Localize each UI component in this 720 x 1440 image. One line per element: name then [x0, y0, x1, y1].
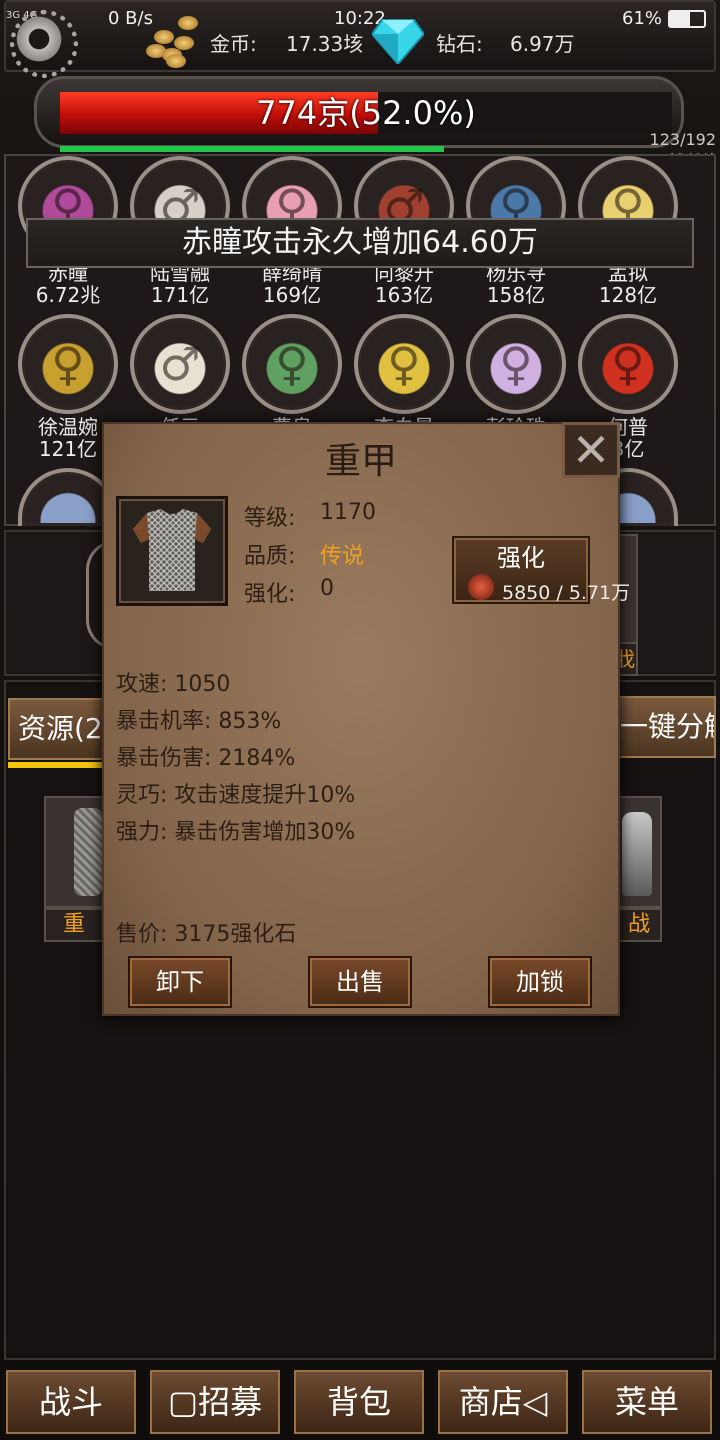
inventory-item-right-label: 战 — [616, 908, 662, 942]
nav-tab-4[interactable]: 菜单 — [582, 1370, 712, 1434]
item-title: 重甲 — [324, 441, 397, 482]
item-stat: 攻速: 1050 — [116, 672, 231, 697]
battery-percent: 61% — [622, 8, 663, 29]
gold-label: 金币: — [210, 32, 257, 56]
gold-value: 17.33垓 — [286, 32, 364, 56]
level-value: 1170 — [320, 500, 376, 525]
decompose-all-button[interactable]: 一键分解 — [618, 696, 716, 758]
game-screen: 3G 4G 0 B/s 10:22 61% 金币: 17.33垓 钻石: 6.9… — [0, 0, 720, 1440]
hero-face-icon: ♀ — [275, 337, 309, 391]
lock-button[interactable]: 加锁 — [488, 956, 592, 1008]
level-label: 等级: — [244, 506, 296, 531]
hero-damage: 158亿 — [486, 283, 546, 307]
nav-tab-2[interactable]: 背包 — [294, 1370, 424, 1434]
item-stat: 强力: 暴击伤害增加30% — [116, 820, 356, 845]
stage-progress-count: 123/192 — [649, 130, 716, 149]
gear-icon[interactable] — [10, 10, 78, 78]
hero-damage: 128亿 — [598, 283, 658, 307]
item-stat: 暴击伤害: 2184% — [116, 746, 296, 771]
gold-coins-icon — [142, 10, 202, 68]
nav-tab-3[interactable]: 商店◁ — [438, 1370, 568, 1434]
item-icon — [116, 496, 228, 606]
item-stat: 灵巧: 攻击速度提升10% — [116, 783, 356, 808]
inventory-item-left[interactable] — [44, 796, 104, 908]
hero-portrait[interactable]: ♀ — [578, 314, 678, 414]
close-button[interactable]: ✕ — [562, 422, 620, 478]
hero-face-icon: ♀ — [611, 337, 645, 391]
enhance-stone-icon — [468, 574, 494, 600]
hero-damage: 171亿 — [150, 283, 210, 307]
hero-damage: 6.72兆 — [35, 283, 101, 307]
nav-tab-1[interactable]: ▢招募 — [150, 1370, 280, 1434]
inventory-item-left-label: 重 — [44, 908, 104, 942]
boss-hp-text: 774京(52.0%) — [256, 94, 476, 132]
hero-face-icon: ♂ — [159, 337, 201, 391]
hero-portrait[interactable]: ♀ — [466, 314, 566, 414]
unequip-button[interactable]: 卸下 — [128, 956, 232, 1008]
inventory-item-right[interactable] — [616, 796, 662, 908]
hero-portrait[interactable]: ♀ — [354, 314, 454, 414]
close-icon: ✕ — [571, 423, 611, 477]
enhance-level-label: 强化: — [244, 582, 296, 607]
diamond-value: 6.97万 — [510, 32, 575, 56]
enhance-level-value: 0 — [320, 576, 334, 601]
hero-face-icon: ♀ — [387, 337, 421, 391]
sell-button[interactable]: 出售 — [308, 956, 412, 1008]
chainmail-armor-icon — [133, 509, 211, 591]
hero-portrait[interactable]: ♂ — [130, 314, 230, 414]
stage-progress-bar — [60, 146, 444, 152]
hero-damage: 169亿 — [262, 283, 322, 307]
item-stat: 暴击机率: 853% — [116, 709, 282, 734]
hero-face-icon: ♀ — [51, 337, 85, 391]
enhance-cost: 5850 / 5.71万 — [502, 582, 631, 604]
hero-portrait[interactable]: ♀ — [242, 314, 342, 414]
tab-active-indicator — [8, 762, 108, 768]
hero-face-icon: ♀ — [499, 337, 533, 391]
notification-banner: 赤瞳攻击永久增加64.60万 — [26, 218, 694, 268]
sell-price: 售价: 3175强化石 — [116, 922, 297, 947]
diamond-icon — [372, 19, 424, 64]
enhance-button-label: 强化 — [497, 544, 545, 572]
hero-portrait[interactable]: ♀ — [18, 314, 118, 414]
tab-resources[interactable]: 资源(2 — [8, 698, 110, 760]
diamond-label: 钻石: — [436, 32, 483, 56]
nav-tab-0[interactable]: 战斗 — [6, 1370, 136, 1434]
battery-icon — [668, 10, 706, 28]
quality-value: 传说 — [320, 544, 365, 569]
hero-damage: 163亿 — [374, 283, 434, 307]
quality-label: 品质: — [244, 544, 296, 569]
